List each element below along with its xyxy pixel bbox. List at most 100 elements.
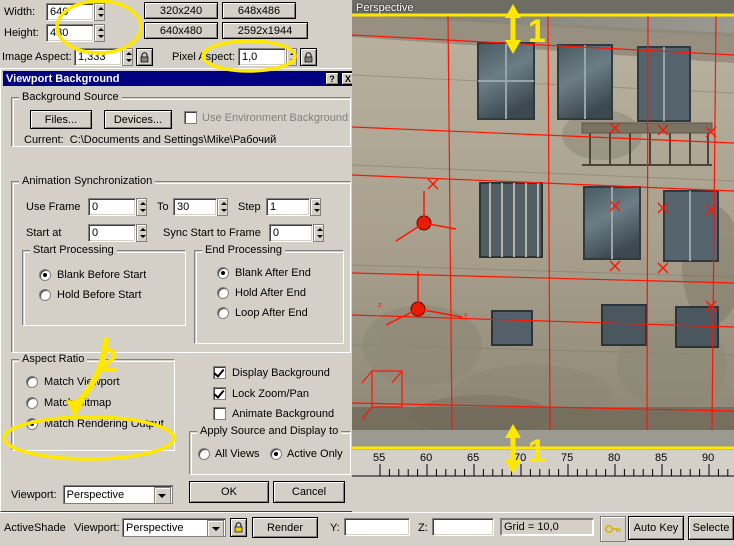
perspective-viewport[interactable]: Perspective z x 55 60 65 70 75 80 85 90	[352, 0, 734, 518]
radio-active-only[interactable]: Active Only	[270, 448, 343, 460]
statusbar-viewport-value: Perspective	[126, 521, 184, 534]
blank-before-start-label: Blank Before Start	[57, 269, 147, 281]
to-label: To	[157, 201, 169, 213]
radio-blank-after-end[interactable]: Blank After End	[217, 267, 311, 279]
image-aspect-label: Image Aspect:	[2, 51, 72, 63]
step-spinner[interactable]	[310, 198, 321, 216]
ruler-labels: 55 60 65 70 75 80 85 90	[352, 452, 734, 468]
background-source-group: Background Source Files... Devices... Us…	[11, 91, 351, 147]
height-label: Height:	[4, 27, 39, 39]
animate-background-row[interactable]: Animate Background	[213, 407, 334, 420]
height-spinner[interactable]	[94, 24, 105, 42]
dialog-titlebar[interactable]: Viewport Background ? X	[3, 71, 357, 86]
animation-sync-group: Animation Synchronization Use Frame 0 To…	[11, 175, 351, 353]
match-bitmap-radio[interactable]	[26, 397, 38, 409]
display-background-label: Display Background	[232, 366, 330, 379]
pixel-aspect-label: Pixel Aspect:	[172, 51, 235, 63]
animation-sync-legend: Animation Synchronization	[19, 175, 156, 187]
all-views-radio[interactable]	[198, 448, 210, 460]
key-icon[interactable]	[600, 516, 626, 542]
active-only-radio[interactable]	[270, 448, 282, 460]
image-aspect-row: Image Aspect: 1,333	[2, 48, 153, 66]
radio-match-bitmap[interactable]: Match Bitmap	[26, 397, 111, 409]
preset-320x240[interactable]: 320x240	[144, 2, 218, 19]
dialog-title: Viewport Background	[6, 72, 120, 85]
start-at-input[interactable]: 0	[88, 224, 136, 242]
use-environment-background-row[interactable]: Use Environment Background	[184, 111, 348, 124]
use-environment-background-checkbox[interactable]	[184, 111, 197, 124]
start-processing-group: Start Processing Blank Before Start Hold…	[22, 244, 186, 326]
use-frame-input[interactable]: 0	[88, 198, 136, 216]
viewport-bottom-strip	[352, 430, 734, 450]
radio-hold-after-end[interactable]: Hold After End	[217, 287, 306, 299]
to-input[interactable]: 30	[173, 198, 217, 216]
sync-start-input[interactable]: 0	[268, 224, 313, 242]
current-label: Current:	[24, 134, 64, 146]
to-spinner[interactable]	[217, 198, 228, 216]
preset-640x480[interactable]: 640x480	[144, 22, 218, 39]
loop-after-end-radio[interactable]	[217, 307, 229, 319]
width-spinner[interactable]	[94, 3, 105, 21]
hold-after-end-radio[interactable]	[217, 287, 229, 299]
lock-zoom-pan-row[interactable]: Lock Zoom/Pan	[213, 387, 309, 400]
hold-before-start-radio[interactable]	[39, 289, 51, 301]
match-viewport-radio[interactable]	[26, 376, 38, 388]
display-background-checkbox[interactable]	[213, 366, 226, 379]
image-aspect-spinner[interactable]	[122, 48, 133, 66]
radio-blank-before-start[interactable]: Blank Before Start	[39, 269, 146, 281]
statusbar-viewport-select[interactable]: Perspective	[122, 518, 226, 537]
pixel-aspect-input[interactable]: 1,0	[238, 48, 286, 66]
blank-before-start-radio[interactable]	[39, 269, 51, 281]
height-input[interactable]: 480	[46, 24, 94, 42]
display-background-row[interactable]: Display Background	[213, 366, 330, 379]
cancel-button[interactable]: Cancel	[273, 481, 345, 503]
step-label: Step	[238, 201, 261, 213]
blank-after-end-radio[interactable]	[217, 267, 229, 279]
background-source-legend: Background Source	[19, 91, 122, 103]
radio-all-views[interactable]: All Views	[198, 448, 259, 460]
radio-match-viewport[interactable]: Match Viewport	[26, 376, 120, 388]
use-environment-background-label: Use Environment Background	[202, 111, 349, 124]
active-shade-label: ActiveShade	[4, 522, 66, 534]
image-aspect-input[interactable]: 1,333	[74, 48, 122, 66]
use-frame-row: Use Frame 0 To 30 Step 1	[26, 198, 321, 216]
y-input[interactable]	[344, 518, 410, 536]
devices-button[interactable]: Devices...	[104, 110, 172, 129]
image-aspect-lock-icon[interactable]	[136, 48, 153, 66]
selected-button[interactable]: Selecte	[688, 516, 734, 540]
match-rendering-output-radio[interactable]	[26, 418, 38, 430]
statusbar-viewport-label: Viewport:	[74, 522, 120, 534]
render-button[interactable]: Render	[252, 517, 318, 538]
use-frame-spinner[interactable]	[136, 198, 147, 216]
step-input[interactable]: 1	[266, 198, 310, 216]
pixel-aspect-spinner[interactable]	[286, 48, 297, 66]
current-file-row: Current: C:\Documents and Settings\Mike\…	[24, 134, 276, 146]
all-views-label: All Views	[215, 448, 260, 460]
end-processing-group: End Processing Blank After End Hold Afte…	[194, 244, 344, 344]
help-button[interactable]: ?	[325, 72, 339, 85]
auto-key-button[interactable]: Auto Key	[628, 516, 684, 540]
radio-match-rendering-output[interactable]: Match Rendering Output	[26, 418, 164, 430]
width-input[interactable]: 640	[46, 3, 94, 21]
radio-hold-before-start[interactable]: Hold Before Start	[39, 289, 141, 301]
z-input[interactable]	[432, 518, 494, 536]
start-at-spinner[interactable]	[136, 224, 147, 242]
svg-text:z: z	[378, 302, 382, 309]
preset-2592x1944[interactable]: 2592x1944	[222, 22, 308, 39]
radio-loop-after-end[interactable]: Loop After End	[217, 307, 308, 319]
chevron-down-icon[interactable]	[153, 487, 171, 504]
ruler-tick-label: 60	[420, 452, 433, 464]
ok-button[interactable]: OK	[189, 481, 269, 503]
animate-background-checkbox[interactable]	[213, 407, 226, 420]
viewport-select-value: Perspective	[66, 488, 125, 501]
viewport-select[interactable]: Perspective	[62, 485, 173, 504]
files-button[interactable]: Files...	[30, 110, 92, 129]
lock-zoom-pan-checkbox[interactable]	[213, 387, 226, 400]
apply-source-legend: Apply Source and Display to	[197, 425, 342, 437]
chevron-down-icon-statusbar[interactable]	[207, 520, 224, 537]
preset-648x486[interactable]: 648x486	[222, 2, 296, 19]
sync-start-spinner[interactable]	[312, 224, 324, 242]
sync-start-label: Sync Start to Frame	[163, 227, 261, 239]
statusbar-lock-icon[interactable]	[230, 518, 247, 537]
pixel-aspect-lock-icon[interactable]	[300, 48, 317, 66]
